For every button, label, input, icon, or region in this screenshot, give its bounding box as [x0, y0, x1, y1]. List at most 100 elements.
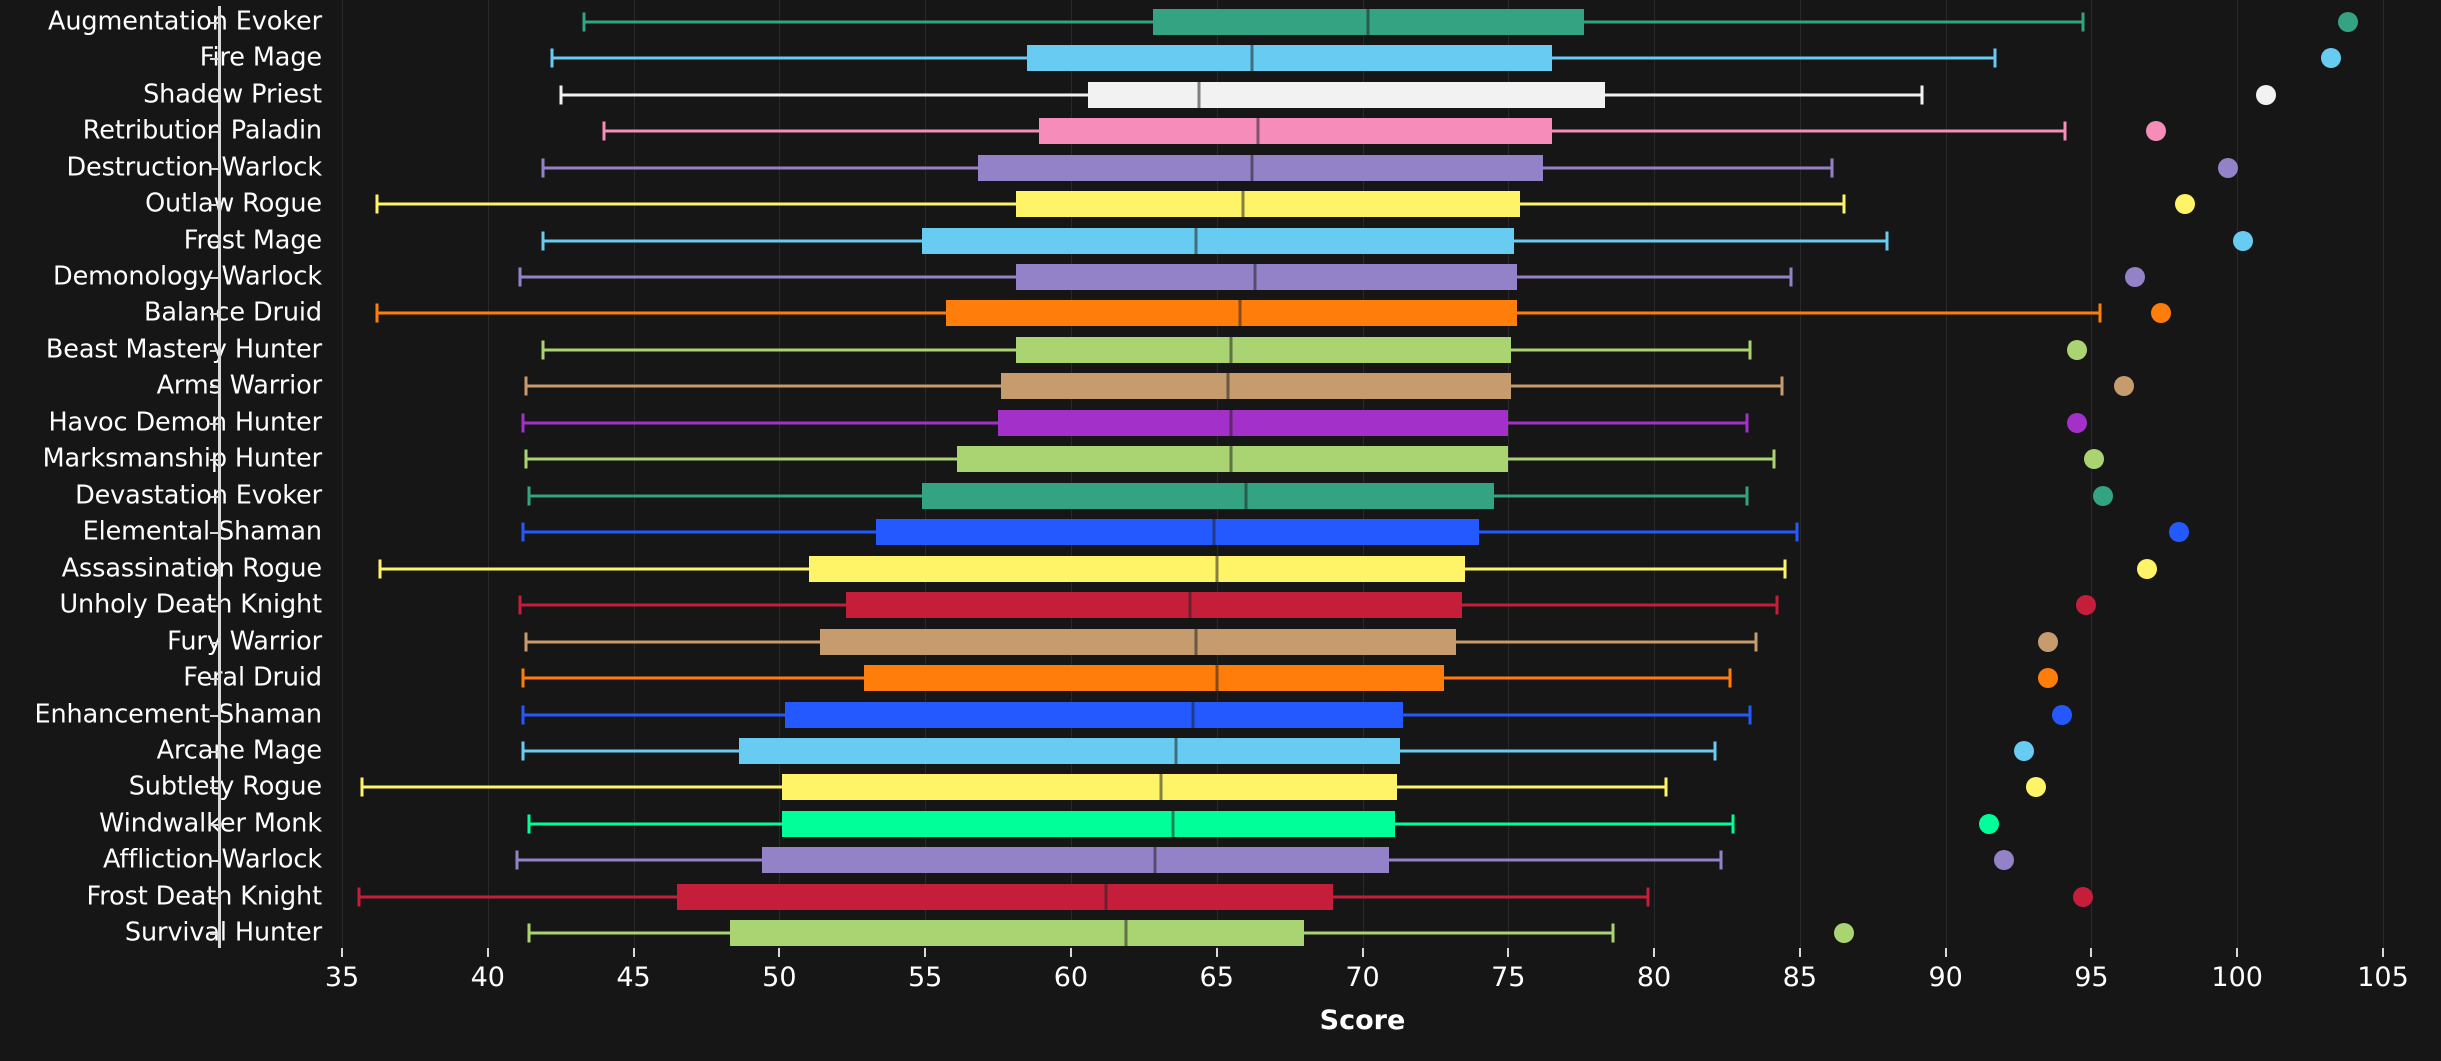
outlier-point[interactable]	[2136, 558, 2157, 579]
x-axis-tick-label: 80	[1636, 962, 1672, 993]
outlier-point[interactable]	[2151, 303, 2172, 324]
box-plot-row[interactable]	[342, 877, 2383, 917]
outlier-point[interactable]	[2320, 48, 2341, 69]
outlier-point[interactable]	[2014, 740, 2035, 761]
box-plot-row[interactable]	[342, 695, 2383, 735]
outlier-point[interactable]	[2066, 412, 2087, 433]
outlier-point[interactable]	[2037, 631, 2058, 652]
box-plot-row[interactable]	[342, 840, 2383, 880]
box-iqr[interactable]	[875, 519, 1480, 546]
box-plot-row[interactable]	[342, 767, 2383, 807]
outlier-point[interactable]	[1979, 813, 2000, 834]
gridline	[2383, 0, 2384, 948]
whisker-cap-low	[521, 668, 525, 688]
box-iqr[interactable]	[808, 555, 1465, 582]
box-plot-row[interactable]	[342, 38, 2383, 78]
box-iqr[interactable]	[729, 920, 1305, 947]
box-iqr[interactable]	[977, 154, 1544, 181]
box-plot-row[interactable]	[342, 403, 2383, 443]
outlier-point[interactable]	[2072, 886, 2093, 907]
box-iqr[interactable]	[863, 665, 1445, 692]
outlier-point[interactable]	[2052, 704, 2073, 725]
box-iqr[interactable]	[1027, 45, 1553, 72]
box-iqr[interactable]	[1015, 263, 1518, 290]
category-label-augmentation-evoker: Augmentation Evoker	[48, 5, 322, 36]
outlier-point[interactable]	[2233, 230, 2254, 251]
category-tick	[210, 58, 219, 61]
category-tick	[210, 787, 219, 790]
outlier-point[interactable]	[2084, 449, 2105, 470]
box-plot-row[interactable]	[342, 148, 2383, 188]
box-plot-row[interactable]	[342, 585, 2383, 625]
box-iqr[interactable]	[922, 227, 1515, 254]
category-label-arcane-mage: Arcane Mage	[156, 735, 322, 766]
x-axis-tick	[924, 948, 927, 957]
category-tick	[210, 860, 219, 863]
category-label-unholy-death-knight: Unholy Death Knight	[59, 589, 322, 620]
box-plot-row[interactable]	[342, 366, 2383, 406]
whisker-cap-high	[1664, 777, 1668, 797]
box-iqr[interactable]	[761, 847, 1389, 874]
whisker-cap-high	[1842, 194, 1846, 214]
box-iqr[interactable]	[782, 810, 1395, 837]
box-plot-row[interactable]	[342, 476, 2383, 516]
box-iqr[interactable]	[922, 482, 1494, 509]
whisker-cap-high	[1713, 741, 1717, 761]
whisker-cap-low	[602, 121, 606, 141]
outlier-point[interactable]	[2145, 121, 2166, 142]
box-iqr[interactable]	[846, 592, 1462, 619]
whisker-cap-high	[1728, 668, 1732, 688]
box-iqr[interactable]	[1015, 336, 1512, 363]
outlier-point[interactable]	[2256, 84, 2277, 105]
outlier-point[interactable]	[1833, 923, 1854, 944]
box-plot-row[interactable]	[342, 549, 2383, 589]
box-iqr[interactable]	[998, 409, 1509, 436]
box-plot-row[interactable]	[342, 804, 2383, 844]
outlier-point[interactable]	[1993, 850, 2014, 871]
outlier-point[interactable]	[2168, 522, 2189, 543]
outlier-point[interactable]	[2026, 777, 2047, 798]
box-plot-row[interactable]	[342, 439, 2383, 479]
outlier-point[interactable]	[2125, 266, 2146, 287]
box-iqr[interactable]	[1015, 191, 1520, 218]
median-line	[1244, 482, 1248, 509]
box-plot-row[interactable]	[342, 658, 2383, 698]
outlier-point[interactable]	[2218, 157, 2239, 178]
median-line	[1159, 774, 1163, 801]
box-iqr[interactable]	[677, 883, 1334, 910]
category-label-survival-hunter: Survival Hunter	[124, 917, 322, 948]
outlier-point[interactable]	[2093, 485, 2114, 506]
box-plot-row[interactable]	[342, 75, 2383, 115]
outlier-point[interactable]	[2066, 339, 2087, 360]
box-plot-row[interactable]	[342, 2, 2383, 42]
whisker-cap-high	[1830, 158, 1834, 178]
whisker-cap-high	[1748, 340, 1752, 360]
box-iqr[interactable]	[945, 300, 1518, 327]
box-iqr[interactable]	[785, 701, 1404, 728]
box-iqr[interactable]	[820, 628, 1456, 655]
box-plot-row[interactable]	[342, 731, 2383, 771]
outlier-point[interactable]	[2075, 595, 2096, 616]
box-plot-row[interactable]	[342, 257, 2383, 297]
outlier-point[interactable]	[2338, 11, 2358, 32]
box-plot-row[interactable]	[342, 221, 2383, 261]
whisker-cap-low	[524, 449, 528, 469]
whisker-cap-high	[1783, 559, 1787, 579]
outlier-point[interactable]	[2174, 194, 2195, 215]
category-tick	[210, 386, 219, 389]
category-label-shadow-priest: Shadow Priest	[143, 78, 322, 109]
box-plot-row[interactable]	[342, 184, 2383, 224]
box-iqr[interactable]	[1088, 81, 1605, 108]
box-plot-row[interactable]	[342, 111, 2383, 151]
outlier-point[interactable]	[2037, 668, 2058, 689]
box-iqr[interactable]	[1038, 118, 1552, 145]
box-iqr[interactable]	[738, 737, 1401, 764]
box-plot-row[interactable]	[342, 330, 2383, 370]
median-line	[1238, 300, 1242, 327]
box-plot-row[interactable]	[342, 622, 2383, 662]
outlier-point[interactable]	[2113, 376, 2134, 397]
box-iqr[interactable]	[782, 774, 1398, 801]
box-iqr[interactable]	[1000, 373, 1512, 400]
box-plot-row[interactable]	[342, 293, 2383, 333]
box-plot-row[interactable]	[342, 512, 2383, 552]
